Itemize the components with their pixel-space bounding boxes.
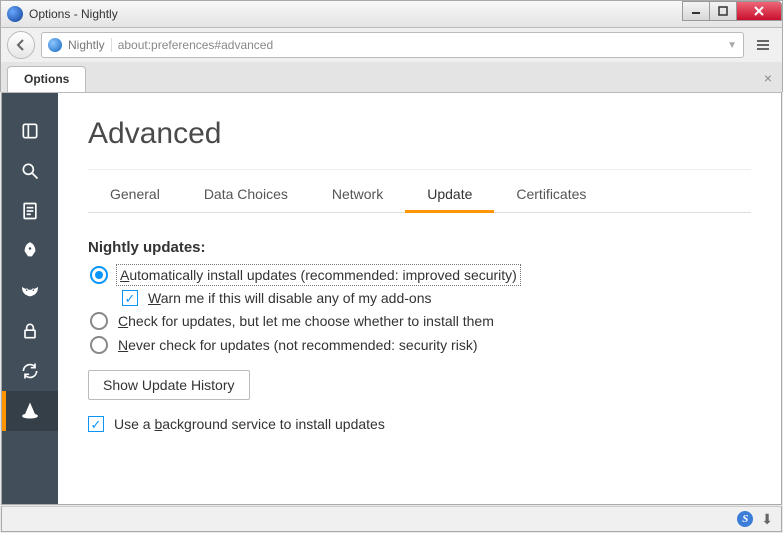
globe-icon [48,38,62,52]
identity-label: Nightly [68,38,112,52]
radio-auto-install[interactable]: Automatically install updates (recommend… [88,266,751,284]
search-icon [20,161,40,181]
radio-check-choose[interactable]: Check for updates, but let me choose whe… [88,312,751,330]
checkbox-warn-addons[interactable]: Warn me if this will disable any of my a… [122,290,751,306]
sidebar-item-security[interactable] [2,311,58,351]
tabstrip-close-icon[interactable]: × [764,70,772,86]
window-close-button[interactable] [736,1,782,21]
url-dropdown-icon[interactable]: ▼ [727,40,737,51]
url-bar[interactable]: Nightly about:preferences#advanced ▼ [41,32,744,58]
status-bar: S ⬇ [1,506,782,532]
content-area: Advanced General Data Choices Network Up… [1,92,782,505]
window-titlebar: Options - Nightly [0,0,783,28]
browser-toolbar: Nightly about:preferences#advanced ▼ [0,28,783,62]
window-title: Options - Nightly [29,7,118,21]
radio-never-check[interactable]: Never check for updates (not recommended… [88,336,751,354]
checkbox-label: Warn me if this will disable any of my a… [148,290,432,306]
updates-heading: Nightly updates: [88,239,751,256]
page-title: Advanced [88,117,751,151]
sidebar-item-sync[interactable] [2,351,58,391]
radio-label: Check for updates, but let me choose whe… [118,313,494,329]
page-tabstrip: Options × [0,62,783,92]
subtab-data-choices[interactable]: Data Choices [182,176,310,212]
checkbox-label: Use a background service to install upda… [114,416,385,432]
checkbox-icon [88,416,104,432]
subtab-update[interactable]: Update [405,176,494,212]
sidebar-item-applications[interactable] [2,231,58,271]
back-arrow-icon [13,37,29,53]
hamburger-menu-button[interactable] [750,32,776,58]
sidebar-item-content[interactable] [2,191,58,231]
hamburger-icon [755,37,771,53]
preferences-main: Advanced General Data Choices Network Up… [58,93,781,504]
status-indicator-icon[interactable]: S [737,511,753,527]
show-update-history-button[interactable]: Show Update History [88,370,250,400]
checkbox-icon [122,290,138,306]
sidebar-item-privacy[interactable] [2,271,58,311]
subtab-certificates[interactable]: Certificates [494,176,608,212]
panel-icon [20,121,40,141]
window-maximize-button[interactable] [709,1,737,21]
checkbox-background-service[interactable]: Use a background service to install upda… [88,416,751,432]
document-icon [20,201,40,221]
sidebar-item-advanced[interactable] [2,391,58,431]
sidebar-item-general[interactable] [2,111,58,151]
rocket-icon [20,241,40,261]
url-text: about:preferences#advanced [118,38,273,52]
radio-icon [90,312,108,330]
window-controls [683,1,782,21]
lock-icon [20,321,40,341]
radio-icon [90,336,108,354]
radio-icon [90,266,108,284]
app-icon [7,6,23,22]
download-arrow-icon[interactable]: ⬇ [761,511,773,528]
window-minimize-button[interactable] [682,1,710,21]
advanced-subtabs: General Data Choices Network Update Cert… [88,169,751,213]
mask-icon [20,281,40,301]
subtab-general[interactable]: General [88,176,182,212]
radio-label: Never check for updates (not recommended… [118,337,478,353]
preferences-sidebar [2,93,58,504]
back-button[interactable] [7,31,35,59]
radio-label: Automatically install updates (recommend… [118,266,519,284]
wizard-hat-icon [20,401,40,421]
subtab-network[interactable]: Network [310,176,405,212]
sync-icon [20,361,40,381]
page-tab-options[interactable]: Options [7,66,86,92]
sidebar-item-search[interactable] [2,151,58,191]
